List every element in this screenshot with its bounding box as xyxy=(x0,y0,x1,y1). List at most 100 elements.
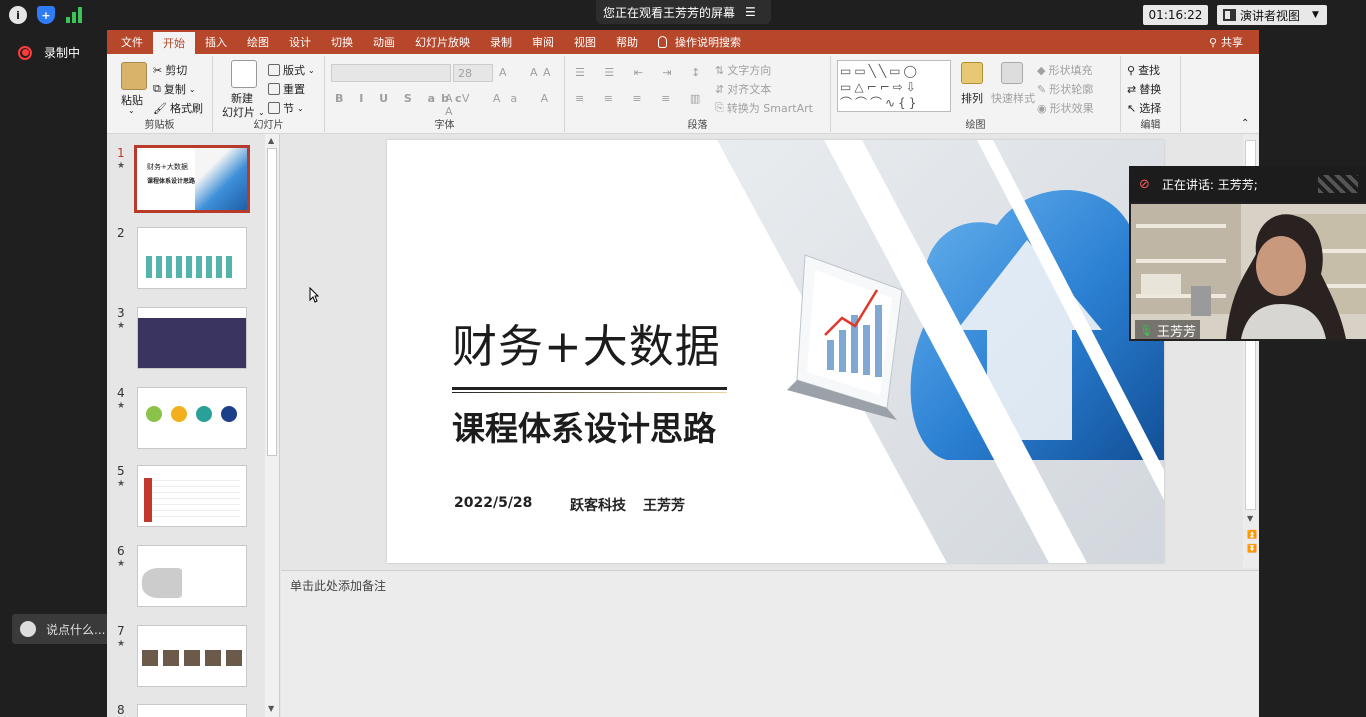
shape-fill-button[interactable]: ◆ 形状填充 xyxy=(1037,62,1092,78)
tab-review[interactable]: 审阅 xyxy=(522,30,564,54)
view-mode-button[interactable]: 演讲者视图 ▼ xyxy=(1217,5,1327,25)
cut-label: 剪切 xyxy=(165,64,188,77)
shield-icon[interactable]: + xyxy=(37,6,55,24)
new-slide-icon[interactable] xyxy=(231,60,257,88)
mic-icon: 🎙 xyxy=(1139,324,1153,337)
font-more-buttons[interactable]: AV Aa A A xyxy=(445,92,564,118)
cut-button[interactable]: ✂ 剪切 xyxy=(153,62,187,78)
font-size-buttons[interactable]: A A xyxy=(499,66,548,79)
mic-muted-icon[interactable]: ⊘ xyxy=(1139,177,1150,192)
info-icon[interactable]: i xyxy=(9,6,27,24)
align-buttons[interactable]: ≡ ≡ ≡ ≡ ▥ xyxy=(575,92,708,105)
tab-home[interactable]: 开始 xyxy=(153,32,195,54)
scroll-up-icon[interactable]: ▲ xyxy=(268,136,274,145)
quick-styles-button[interactable]: 快速样式 xyxy=(991,90,1035,106)
section-button[interactable]: 节 ⌄ xyxy=(268,100,304,116)
slide-thumbnail-2[interactable] xyxy=(137,227,247,289)
layout-button[interactable]: 版式 ⌄ xyxy=(268,62,315,78)
tab-view[interactable]: 视图 xyxy=(564,30,606,54)
tab-animations[interactable]: 动画 xyxy=(363,30,405,54)
search-icon: ⚲ xyxy=(1127,63,1136,77)
select-button[interactable]: ↖ 选择 xyxy=(1127,100,1161,116)
collapse-ribbon-icon[interactable]: ⌃ xyxy=(1241,118,1249,129)
thumbnail-scrollbar[interactable]: ▲ ▼ xyxy=(265,134,279,717)
clear-format-icon[interactable]: A xyxy=(543,66,551,79)
slide-canvas[interactable]: 财务+大数据 课程体系设计思路 2022/5/28 跃客科技 王芳芳 xyxy=(387,140,1164,563)
slide-thumbnail-6[interactable] xyxy=(137,545,247,607)
menu-icon[interactable]: ☰ xyxy=(745,5,756,19)
record-icon xyxy=(18,45,32,60)
slide-title: 财务+大数据 xyxy=(452,320,721,373)
tab-help[interactable]: 帮助 xyxy=(606,30,648,54)
slide-editor: 财务+大数据 课程体系设计思路 2022/5/28 跃客科技 王芳芳 ▼ ⏫ ⏬… xyxy=(281,134,1259,717)
font-size-field[interactable]: 28 xyxy=(453,64,493,82)
fill-icon: ◆ xyxy=(1037,63,1046,77)
thumb-circle xyxy=(171,406,187,422)
shape-outline-label: 形状轮廓 xyxy=(1049,83,1094,96)
format-painter-label: 格式刷 xyxy=(169,102,203,115)
replace-button[interactable]: ⇄ 替换 xyxy=(1127,81,1161,97)
text-direction-button[interactable]: ⇅ 文字方向 xyxy=(715,62,771,78)
slide-thumbnail-8[interactable] xyxy=(137,704,247,717)
thumb-number: 5 xyxy=(117,464,125,478)
arrange-icon[interactable] xyxy=(961,62,983,84)
signal-icon[interactable] xyxy=(66,7,82,23)
slide-thumbnail-3[interactable] xyxy=(137,307,247,369)
speaking-label: 正在讲话: 王芳芳; xyxy=(1161,177,1258,192)
slide-thumbnail-7[interactable] xyxy=(137,625,247,687)
section-label: 节 xyxy=(283,102,294,115)
align-text-button[interactable]: ⇵ 对齐文本 xyxy=(715,81,771,97)
tab-record[interactable]: 录制 xyxy=(480,30,522,54)
speaker-view-icon xyxy=(1223,9,1236,21)
thumb-bar-chart xyxy=(146,256,236,278)
quick-styles-icon[interactable] xyxy=(1001,62,1023,84)
chevron-down-icon: ⌄ xyxy=(308,65,315,75)
group-label-font: 字体 xyxy=(434,120,455,131)
group-label-editing: 编辑 xyxy=(1140,120,1161,131)
tab-draw[interactable]: 绘图 xyxy=(237,30,279,54)
emoji-icon[interactable] xyxy=(20,621,36,637)
tab-insert[interactable]: 插入 xyxy=(195,30,237,54)
tab-design[interactable]: 设计 xyxy=(279,30,321,54)
group-label-drawing: 绘图 xyxy=(965,120,986,131)
outline-icon: ✎ xyxy=(1037,82,1047,96)
tab-slideshow[interactable]: 幻灯片放映 xyxy=(405,30,480,54)
share-button[interactable]: ⚲ 共享 xyxy=(1209,30,1243,54)
slide-thumbnail-1[interactable]: 财务+大数据 课程体系设计思路 xyxy=(134,145,250,213)
copy-button[interactable]: ⧉ 复制 ⌄ xyxy=(153,81,196,97)
slide-thumbnail-5[interactable] xyxy=(137,465,247,527)
tab-file[interactable]: 文件 xyxy=(111,30,153,54)
shape-effects-button[interactable]: ◉ 形状效果 xyxy=(1037,100,1094,116)
shape-outline-button[interactable]: ✎ 形状轮廓 xyxy=(1037,81,1093,97)
scrollbar-thumb[interactable] xyxy=(267,148,277,456)
participant-video[interactable]: 🎙 王芳芳 xyxy=(1131,204,1366,339)
animation-star-icon: ★ xyxy=(117,401,126,411)
thumb-number: 8 xyxy=(117,703,125,717)
reset-button[interactable]: 重置 xyxy=(268,81,305,97)
align-text-label: 对齐文本 xyxy=(727,83,772,96)
notes-pane[interactable]: 单击此处添加备注 xyxy=(281,570,1259,717)
paste-icon[interactable] xyxy=(121,62,147,90)
tab-transitions[interactable]: 切换 xyxy=(321,30,363,54)
format-painter-button[interactable]: 🖌 格式刷 xyxy=(153,100,203,116)
shapes-gallery[interactable]: ▭▭╲╲▭◯ ▭△⌐⌐⇨⇩ ⌒⌒⌒∿{} xyxy=(837,60,951,112)
powerpoint-window: 文件 开始 插入 绘图 设计 切换 动画 幻灯片放映 录制 审阅 视图 帮助 操… xyxy=(107,30,1259,717)
list-buttons[interactable]: ☰ ☰ ⇤ ⇥ ↕ xyxy=(575,66,708,79)
slide-thumbnail-4[interactable] xyxy=(137,387,247,449)
find-button[interactable]: ⚲ 查找 xyxy=(1127,62,1160,78)
previous-slide-icon[interactable]: ⏫ xyxy=(1247,530,1257,539)
next-slide-icon[interactable]: ⏬ xyxy=(1247,544,1257,553)
screen-share-banner[interactable]: 您正在观看王芳芳的屏幕 ☰ xyxy=(596,0,771,24)
arrange-button[interactable]: 排列 xyxy=(961,90,983,106)
tell-me-search[interactable]: 操作说明搜索 xyxy=(648,30,751,54)
drawing-group: ▭▭╲╲▭◯ ▭△⌐⌐⇨⇩ ⌒⌒⌒∿{} 排列 快速样式 ◆ 形状填充 ✎ 形状轮廓 ◉… xyxy=(831,56,1121,132)
scroll-down-icon[interactable]: ▼ xyxy=(268,704,274,713)
layout-label: 版式 xyxy=(283,64,305,77)
smartart-button[interactable]: ⎘ 转换为 SmartArt xyxy=(715,100,813,116)
paragraph-group: ☰ ☰ ⇤ ⇥ ↕ ≡ ≡ ≡ ≡ ▥ ⇅ 文字方向 ⇵ 对齐文本 ⎘ 转换为 Sma… xyxy=(565,56,831,132)
font-name-field[interactable] xyxy=(331,64,451,82)
scroll-down-icon[interactable]: ▼ xyxy=(1247,514,1253,523)
view-mode-label: 演讲者视图 xyxy=(1240,8,1301,23)
chevron-down-icon[interactable]: ⌄ xyxy=(128,106,135,115)
animation-star-icon: ★ xyxy=(117,559,126,569)
